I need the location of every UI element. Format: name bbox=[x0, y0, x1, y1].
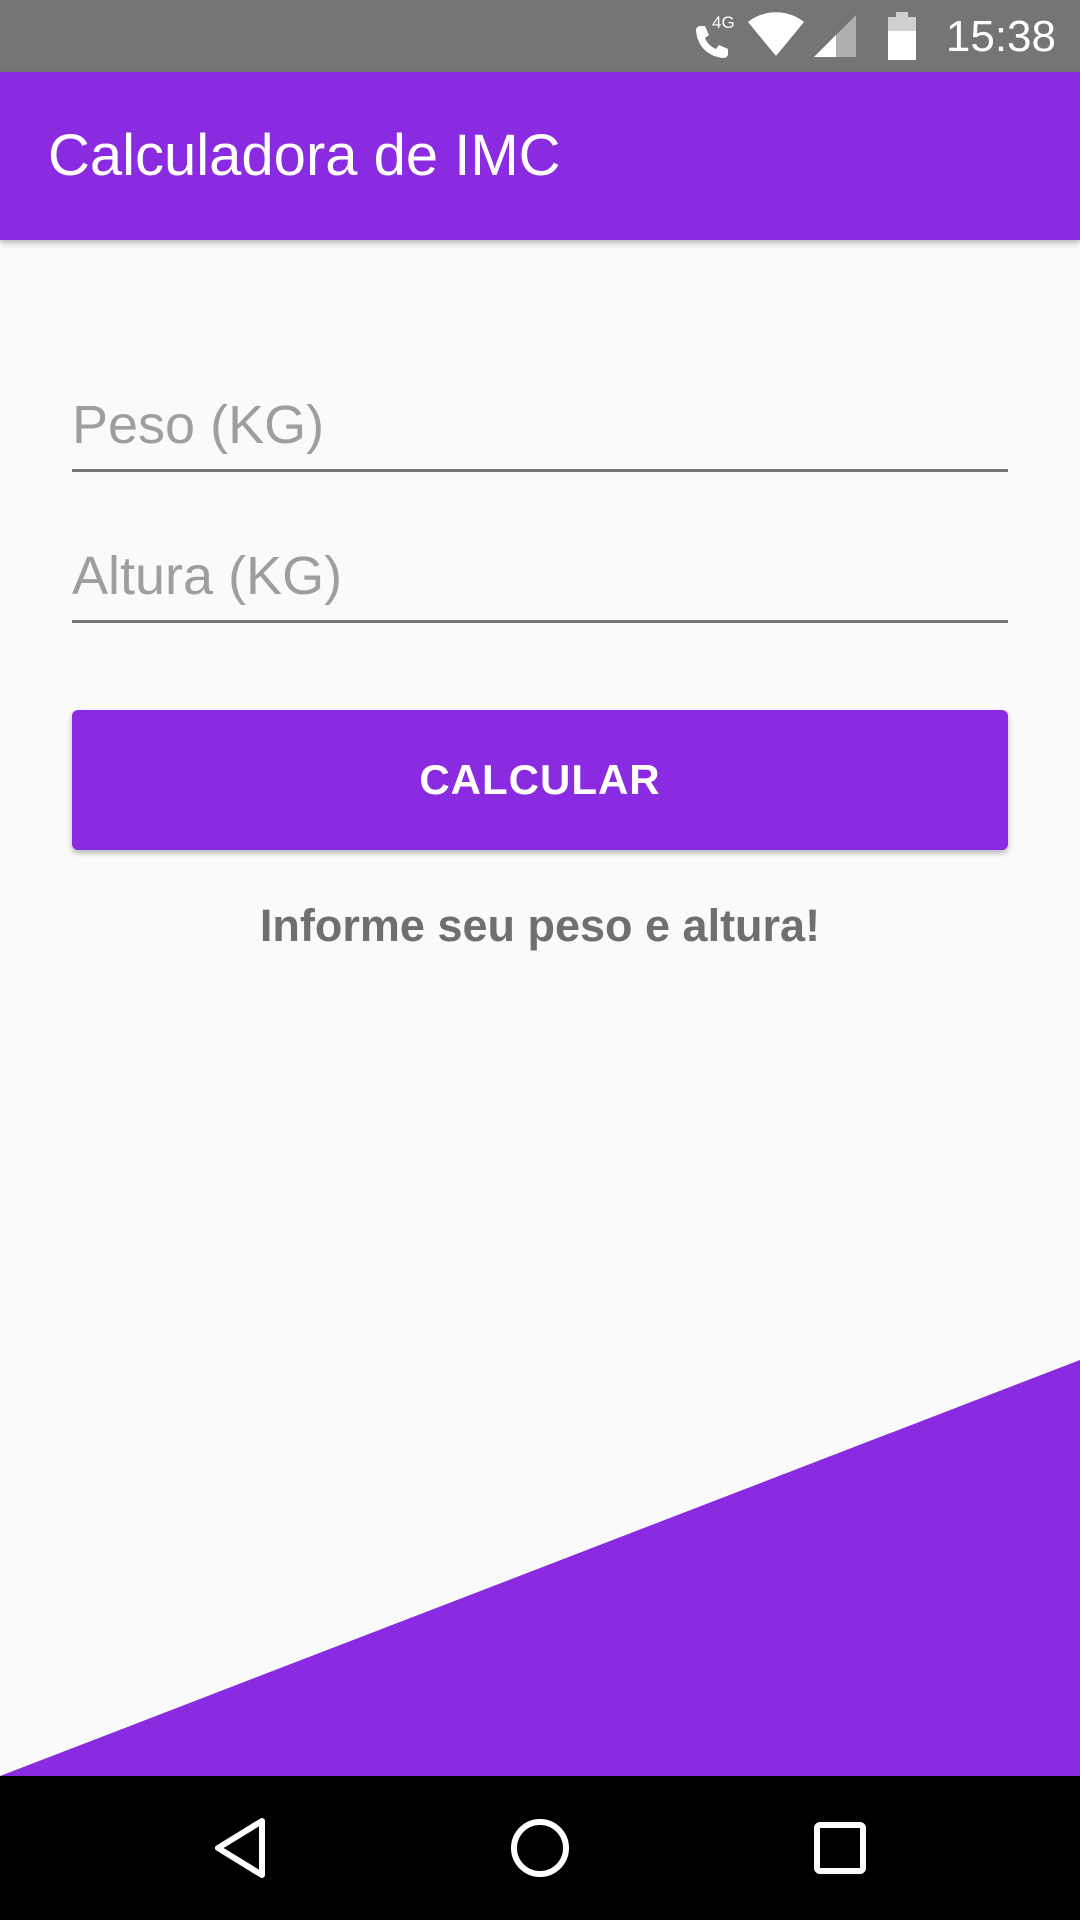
status-time: 15:38 bbox=[945, 12, 1056, 61]
app-bar: Calculadora de IMC bbox=[0, 72, 1080, 240]
calculate-button[interactable]: CALCULAR bbox=[72, 710, 1008, 850]
navigation-bar bbox=[0, 1776, 1080, 1920]
result-message: Informe seu peso e altura! bbox=[259, 900, 821, 951]
decorative-triangle bbox=[0, 1360, 1080, 1776]
back-icon[interactable] bbox=[190, 1798, 290, 1898]
recents-icon[interactable] bbox=[790, 1798, 890, 1898]
screen: 4G 15:38 Calculadora de IMC Peso (KG) Al… bbox=[0, 0, 1080, 1920]
app-title: Calculadora de IMC bbox=[48, 123, 561, 188]
status-bar: 4G 15:38 bbox=[0, 0, 1080, 72]
call-4g-icon: 4G bbox=[690, 0, 740, 72]
peso-input[interactable] bbox=[72, 380, 1008, 472]
home-icon[interactable] bbox=[490, 1798, 590, 1898]
wifi-icon bbox=[748, 0, 804, 72]
altura-input[interactable] bbox=[72, 531, 1008, 623]
signal-icon bbox=[812, 0, 858, 72]
network-label: 4G bbox=[712, 13, 735, 32]
battery-icon bbox=[886, 0, 918, 72]
